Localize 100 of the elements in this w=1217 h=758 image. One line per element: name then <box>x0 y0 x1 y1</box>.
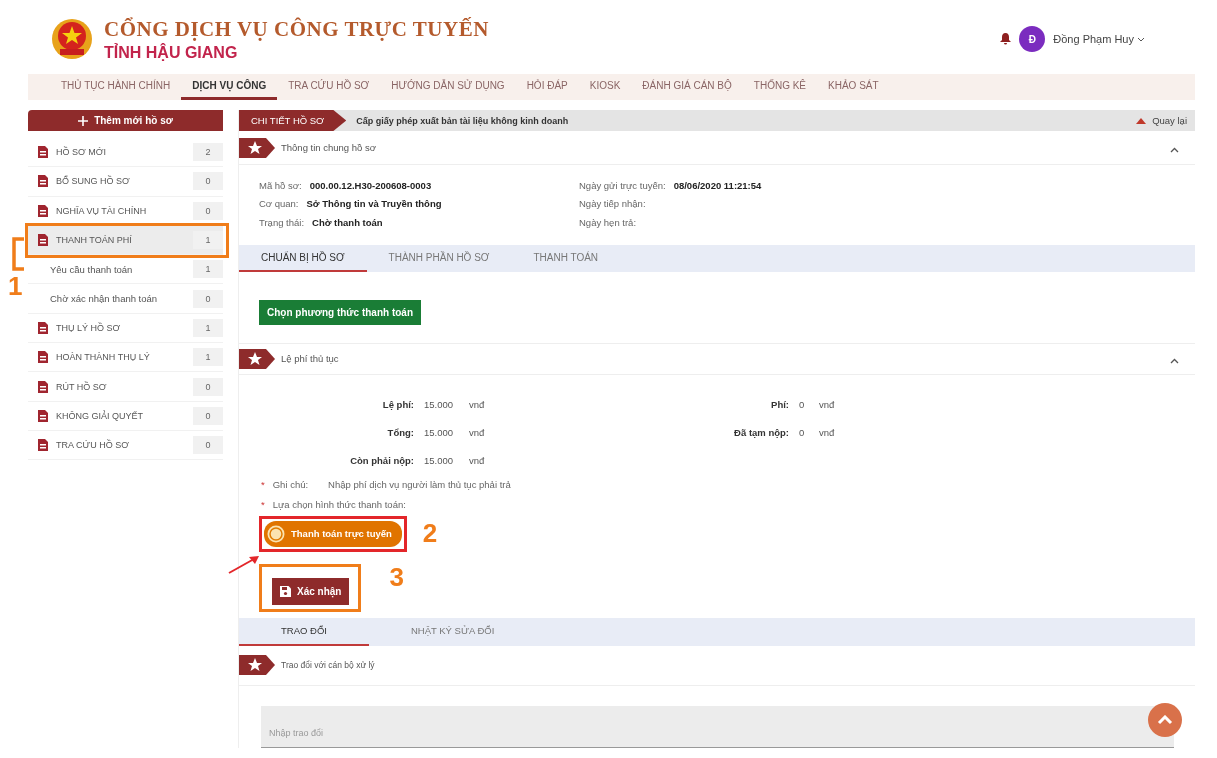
sidebar-item[interactable]: THANH TOÁN PHÍ 1 <box>28 225 223 256</box>
nav-link[interactable]: KIOSK <box>578 74 632 100</box>
count-badge: 1 <box>193 260 223 279</box>
required-mark: * <box>261 479 265 490</box>
star-tag-icon <box>239 655 275 675</box>
sidebar-item-label: HOÀN THÀNH THỤ LÝ <box>56 352 151 363</box>
currency-unit: vnđ <box>819 427 836 438</box>
nav-link[interactable]: KHẢO SÁT <box>817 74 890 100</box>
fee-amount: 15.000 <box>424 427 455 438</box>
section-title: Thông tin chung hồ sơ <box>281 142 377 153</box>
fee-label: Còn phải nộp: <box>349 455 415 466</box>
step-number: 1 <box>8 271 23 302</box>
document-icon <box>38 351 48 364</box>
sidebar-item-label: NGHĨA VỤ TÀI CHÍNH <box>56 205 148 216</box>
currency-unit: vnđ <box>469 399 486 410</box>
back-link[interactable]: Quay lại <box>1136 115 1195 126</box>
section-title: Lệ phí thủ tục <box>281 353 340 364</box>
chevron-down-icon <box>1137 36 1145 42</box>
document-icon <box>38 409 48 422</box>
nav-link[interactable]: ĐÁNH GIÁ CÁN BỘ <box>631 74 743 100</box>
save-icon <box>280 585 291 597</box>
document-icon <box>38 380 48 393</box>
count-badge: 0 <box>193 172 223 191</box>
field-value: Chờ thanh toán <box>312 216 383 228</box>
sidebar-item-label: THỤ LÝ HỒ SƠ <box>56 322 122 333</box>
add-record-button[interactable]: Thêm mới hồ sơ <box>28 110 223 131</box>
field-label: Trạng thái: <box>259 216 305 228</box>
sidebar-item-label: TRA CỨU HỒ SƠ <box>56 440 130 451</box>
sidebar-subitem-label: Chờ xác nhận thanh toán <box>50 293 159 305</box>
nav-link[interactable]: HƯỚNG DẪN SỬ DỤNG <box>380 74 516 100</box>
nav-link[interactable]: THỦ TỤC HÀNH CHÍNH <box>50 74 182 100</box>
section-header[interactable]: Lệ phí thủ tục <box>239 342 1195 375</box>
back-icon <box>1136 117 1147 124</box>
sidebar-subitem-label: Yêu cầu thanh toán <box>50 263 134 275</box>
required-mark: * <box>261 499 265 510</box>
document-icon <box>38 234 48 247</box>
document-icon <box>38 146 48 159</box>
tab[interactable]: THANH TOÁN <box>511 244 621 272</box>
star-tag-icon <box>239 348 275 369</box>
scroll-top-button[interactable] <box>1148 703 1182 737</box>
collapse-icon[interactable] <box>1170 357 1179 364</box>
user-avatar[interactable]: Đ <box>1019 26 1046 52</box>
count-badge: 1 <box>193 318 223 337</box>
fee-label: Lệ phí: <box>381 399 415 410</box>
nav-link[interactable]: HỎI ĐÁP <box>515 74 579 100</box>
collapse-icon[interactable] <box>1170 146 1179 153</box>
count-badge: 0 <box>193 377 223 396</box>
field-label: Mã hồ sơ: <box>259 179 302 191</box>
field-value: 000.00.12.H30-200608-0003 <box>309 179 432 191</box>
choose-payment-button[interactable]: Chọn phương thức thanh toán <box>259 299 421 325</box>
step-number: 3 <box>389 562 404 593</box>
count-badge: 0 <box>193 436 223 455</box>
currency-unit: vnđ <box>819 399 836 410</box>
count-badge: 0 <box>193 289 223 308</box>
fee-label: Tổng: <box>386 427 415 438</box>
currency-unit: vnđ <box>469 455 486 466</box>
nav-link[interactable]: THỐNG KÊ <box>742 74 818 100</box>
plus-icon <box>78 115 89 126</box>
tab[interactable]: NHẬT KÝ SỬA ĐỔI <box>368 617 537 646</box>
confirm-button[interactable]: Xác nhận <box>272 577 350 605</box>
step-number: 2 <box>422 518 438 549</box>
document-icon <box>38 321 48 334</box>
currency-unit: vnđ <box>469 427 486 438</box>
document-icon <box>38 439 48 452</box>
sidebar-item-label: BỔ SUNG HỒ SƠ <box>56 176 131 187</box>
fee-amount: 0 <box>799 427 806 438</box>
count-badge: 1 <box>193 348 223 367</box>
note-text: Nhập phí dịch vụ người làm thủ tục phải trả <box>328 479 511 490</box>
fee-amount: 15.000 <box>424 455 455 466</box>
bell-icon[interactable] <box>1000 33 1012 45</box>
payment-logo-icon <box>267 524 285 543</box>
section-header[interactable]: Thông tin chung hồ sơ <box>239 131 1195 165</box>
tab[interactable]: CHUẨN BỊ HỒ SƠ <box>239 244 367 272</box>
site-subtitle: TỈNH HẬU GIANG <box>104 43 239 62</box>
section-title: Trao đổi với cán bộ xử lý <box>281 660 376 670</box>
message-input[interactable]: Nhập trao đổi <box>261 705 1174 748</box>
star-tag-icon <box>239 137 275 158</box>
tab[interactable]: THÀNH PHẦN HỒ SƠ <box>366 244 512 272</box>
user-menu[interactable]: Đồng Phạm Huy <box>1053 33 1145 45</box>
fee-label: Phí: <box>770 399 790 410</box>
tab[interactable]: TRAO ĐỔI <box>239 617 369 646</box>
fee-label: Đã tạm nộp: <box>733 427 790 438</box>
count-badge: 1 <box>193 231 223 250</box>
chevron-up-icon <box>1157 715 1173 725</box>
record-title: Cấp giấy phép xuất bản tài liệu không kinh doanh <box>355 115 570 126</box>
fee-amount: 0 <box>799 399 806 410</box>
sidebar-item-label: KHÔNG GIẢI QUYẾT <box>56 410 144 421</box>
pointer-arrow <box>228 553 260 574</box>
nav-link[interactable]: TRA CỨU HỒ SƠ <box>277 74 381 100</box>
nav-link[interactable]: DỊCH VỤ CÔNG <box>181 74 278 100</box>
sidebar-item-label: HỒ SƠ MỚI <box>56 147 107 158</box>
sidebar-item-label: THANH TOÁN PHÍ <box>56 235 133 246</box>
field-label: Ngày gửi trực tuyến: <box>579 179 666 191</box>
count-badge: 2 <box>193 143 223 162</box>
fee-amount: 15.000 <box>424 399 455 410</box>
breadcrumb-section: CHI TIẾT HỒ SƠ <box>239 110 347 131</box>
document-icon <box>38 204 48 217</box>
payment-method-label: Lựa chọn hình thức thanh toán: <box>272 499 406 510</box>
emblem-logo <box>50 17 94 61</box>
field-value: 08/06/2020 11:21:54 <box>673 179 762 191</box>
